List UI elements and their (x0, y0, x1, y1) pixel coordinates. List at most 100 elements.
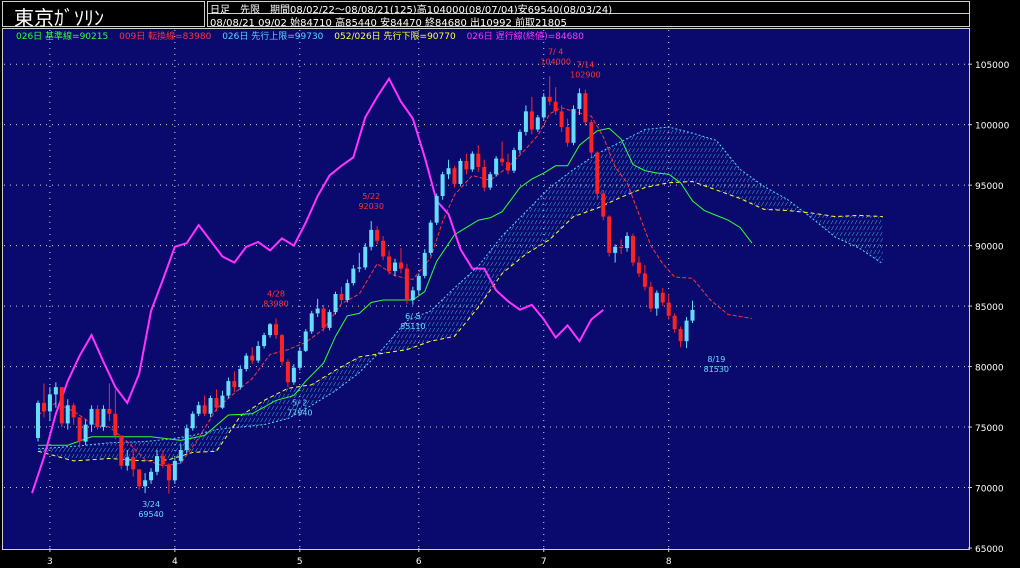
candle-up (190, 413, 195, 429)
candle-up (268, 324, 273, 336)
y-tick-label: 80000 (975, 364, 1004, 374)
candle-up (512, 150, 516, 171)
candle-down (553, 101, 558, 112)
candle-down (595, 152, 600, 194)
candle-down (375, 229, 380, 241)
candle-up (625, 235, 630, 249)
x-tick-label: 4 (172, 557, 178, 567)
y-tick-label: 100000 (975, 122, 1010, 132)
candle-up (315, 308, 320, 314)
candle-down (107, 408, 112, 414)
candle-up (541, 96, 546, 118)
candle-down (452, 168, 457, 184)
price-annotation: 6/ 5 (405, 312, 420, 321)
price-annotation: 85110 (400, 322, 425, 331)
candle-down (279, 335, 284, 362)
candle-down (464, 160, 469, 170)
x-tick-label: 8 (666, 557, 672, 567)
price-annotation: 83980 (263, 299, 288, 308)
candle-down (404, 268, 409, 301)
candle-up (517, 131, 522, 151)
candle-up (208, 398, 213, 414)
candle-up (256, 346, 261, 361)
price-annotation: 4/28 (267, 289, 285, 298)
candle-up (244, 355, 249, 369)
candle-up (446, 168, 451, 175)
candle-down (529, 111, 534, 130)
candle-up (613, 246, 618, 253)
candle-down (113, 413, 118, 436)
price-annotation: 5/22 (362, 192, 380, 201)
candle-up (535, 117, 540, 130)
candle-up (149, 471, 154, 481)
candle-down (607, 216, 612, 253)
candle-up (494, 158, 499, 175)
candle-up (369, 229, 374, 247)
candle-down (387, 256, 392, 272)
chikou-line (31, 76, 604, 494)
candle-up (89, 408, 94, 425)
candle-down (642, 273, 647, 287)
candle-down (202, 405, 207, 414)
price-annotation: 3/24 (142, 500, 160, 509)
candle-up (416, 275, 421, 291)
candle-down (59, 387, 64, 424)
candle-up (327, 312, 332, 328)
price-annotation: 81530 (704, 365, 729, 374)
y-tick-label: 70000 (975, 485, 1004, 495)
candle-down (166, 464, 171, 481)
candle-up (440, 174, 445, 197)
y-tick-label: 75000 (975, 424, 1004, 434)
candle-up (143, 480, 148, 487)
candle-down (565, 127, 570, 143)
candle-down (381, 240, 386, 257)
y-tick-label: 105000 (975, 61, 1010, 71)
price-annotation: 77940 (287, 408, 312, 417)
candle-up (172, 460, 177, 481)
x-tick-label: 5 (297, 557, 303, 567)
candle-up (488, 174, 493, 188)
candle-up (309, 313, 314, 332)
price-annotation: 104000 (540, 57, 571, 66)
ichimoku-chart: 65000 70000 75000 80000 85000 90000 95000 10000… (4, 30, 1010, 567)
price-annotation: 8/19 (707, 355, 725, 364)
candle-up (125, 457, 130, 466)
candle-up (47, 394, 52, 412)
price-annotation: 102900 (570, 71, 601, 80)
candle-down (619, 246, 624, 249)
x-tick-label: 3 (47, 557, 53, 567)
candle-down (559, 111, 564, 128)
candle-up (523, 111, 528, 132)
y-tick-label: 95000 (975, 182, 1004, 192)
candle-up (36, 402, 40, 438)
candle-up (297, 350, 302, 368)
candle-down (482, 167, 487, 188)
price-annotation: 92030 (358, 202, 383, 211)
candle-up (351, 268, 356, 284)
candle-down (232, 381, 237, 388)
candle-up (690, 309, 695, 321)
candle-down (583, 93, 588, 123)
candle-up (220, 395, 225, 408)
candle-up (303, 331, 308, 351)
candle-up (333, 294, 338, 313)
candle-down (672, 315, 677, 330)
candle-down (131, 457, 136, 470)
candle-down (95, 408, 100, 428)
candle-down (547, 96, 552, 102)
candle-up (428, 222, 433, 253)
candle-down (648, 286, 653, 309)
candle-down (77, 417, 82, 442)
candle-down (476, 153, 481, 167)
candle-up (577, 93, 582, 109)
candle-down (589, 122, 594, 153)
candle-up (53, 387, 58, 395)
candle-up (101, 408, 106, 428)
candle-up (410, 290, 415, 301)
candle-up (178, 450, 183, 461)
candle-up (393, 262, 397, 272)
candle-down (250, 355, 255, 361)
candle-down (274, 324, 278, 336)
candle-up (363, 246, 368, 268)
candle-up (262, 335, 267, 347)
